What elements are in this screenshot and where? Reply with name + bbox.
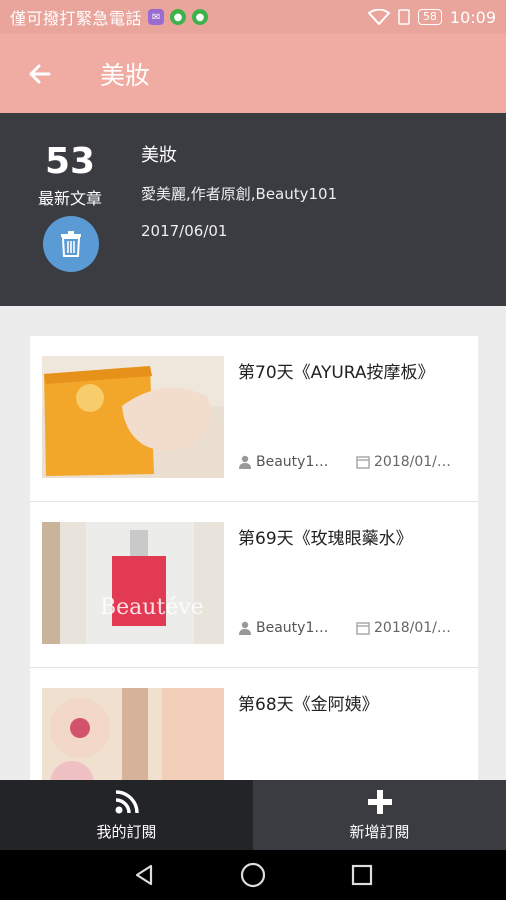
app-notification-icon: ✉ — [148, 9, 165, 25]
article-count: 53 最新文章 — [22, 141, 118, 209]
article-item[interactable]: 第68天《金阿姨》 — [30, 668, 478, 780]
app-bar: 美妝 — [0, 34, 506, 113]
arrow-back-icon — [29, 64, 51, 83]
category-date: 2017/06/01 — [141, 222, 228, 240]
calendar-icon — [356, 622, 370, 635]
person-icon — [239, 455, 251, 469]
article-date-text: 2018/01/… — [374, 454, 451, 470]
article-author: Beauty1… — [238, 620, 356, 636]
status-bar: 僅可撥打緊急電話 ✉ ● ● 58 10:09 — [0, 0, 506, 34]
nav-recents-button[interactable] — [342, 855, 382, 895]
article-title: 第70天《AYURA按摩板》 — [238, 363, 435, 383]
status-right: 58 10:09 — [367, 7, 496, 27]
article-meta: Beauty1… 2018/01/… — [238, 620, 466, 636]
back-button[interactable] — [0, 34, 80, 113]
article-count-number: 53 — [44, 141, 96, 182]
category-authors: 愛美麗,作者原創,Beauty101 — [141, 185, 338, 203]
clock-text: 10:09 — [449, 7, 496, 27]
person-icon — [239, 621, 251, 635]
article-thumbnail — [42, 356, 224, 478]
page-title: 美妝 — [100, 60, 151, 90]
article-author-text: Beauty1… — [256, 454, 329, 470]
category-details: 美妝 愛美麗,作者原創,Beauty101 2017/06/01 — [141, 143, 337, 240]
category-name: 美妝 — [141, 145, 177, 166]
article-list: 第70天《AYURA按摩板》 Beauty1… 2018/01/… Beauté… — [30, 336, 478, 780]
article-author-text: Beauty1… — [256, 620, 329, 636]
nav-back-button[interactable] — [124, 855, 164, 895]
article-item[interactable]: 第70天《AYURA按摩板》 Beauty1… 2018/01/… — [30, 336, 478, 502]
tab-my-subscriptions-label: 我的訂閱 — [96, 822, 157, 841]
triangle-back-icon — [136, 864, 153, 886]
sim-icon — [398, 9, 410, 25]
status-left: 僅可撥打緊急電話 ✉ ● ● — [10, 5, 368, 29]
article-date-text: 2018/01/… — [374, 620, 451, 636]
trash-icon — [61, 231, 81, 257]
article-title: 第69天《玫瑰眼藥水》 — [238, 529, 413, 549]
calendar-icon — [356, 456, 370, 469]
article-title: 第68天《金阿姨》 — [238, 695, 379, 715]
circle-home-icon — [240, 862, 266, 888]
svg-text:Beautéve: Beautéve — [100, 595, 204, 620]
square-recents-icon — [351, 864, 372, 886]
category-info-panel: 53 最新文章 美妝 愛美麗,作者原創,Beauty101 2017/06/01 — [0, 113, 506, 306]
article-thumbnail — [42, 688, 224, 780]
battery-icon: 58 — [417, 9, 442, 25]
line-notification-icon-2: ● — [192, 9, 209, 25]
carrier-text: 僅可撥打緊急電話 — [10, 9, 143, 28]
article-meta: Beauty1… 2018/01/… — [238, 454, 466, 470]
article-author: Beauty1… — [238, 454, 356, 470]
article-thumbnail: Beautéve — [42, 522, 224, 644]
article-date: 2018/01/… — [356, 454, 451, 470]
tab-add-subscription[interactable]: 新增訂閱 — [253, 780, 506, 850]
article-date: 2018/01/… — [356, 620, 451, 636]
tab-add-subscription-label: 新增訂閱 — [349, 822, 410, 841]
wifi-icon — [367, 9, 390, 25]
delete-button[interactable] — [43, 216, 99, 272]
article-count-label: 最新文章 — [37, 189, 102, 208]
system-nav-bar — [0, 850, 506, 900]
nav-home-button[interactable] — [233, 855, 273, 895]
rss-icon — [115, 789, 139, 813]
bottom-tabs: 我的訂閱 新增訂閱 — [0, 780, 506, 850]
line-notification-icon: ● — [170, 9, 187, 25]
tab-my-subscriptions[interactable]: 我的訂閱 — [0, 780, 253, 850]
article-item[interactable]: Beautéve 第69天《玫瑰眼藥水》 Beauty1… 2018/01/… — [30, 502, 478, 668]
plus-icon — [367, 789, 392, 814]
